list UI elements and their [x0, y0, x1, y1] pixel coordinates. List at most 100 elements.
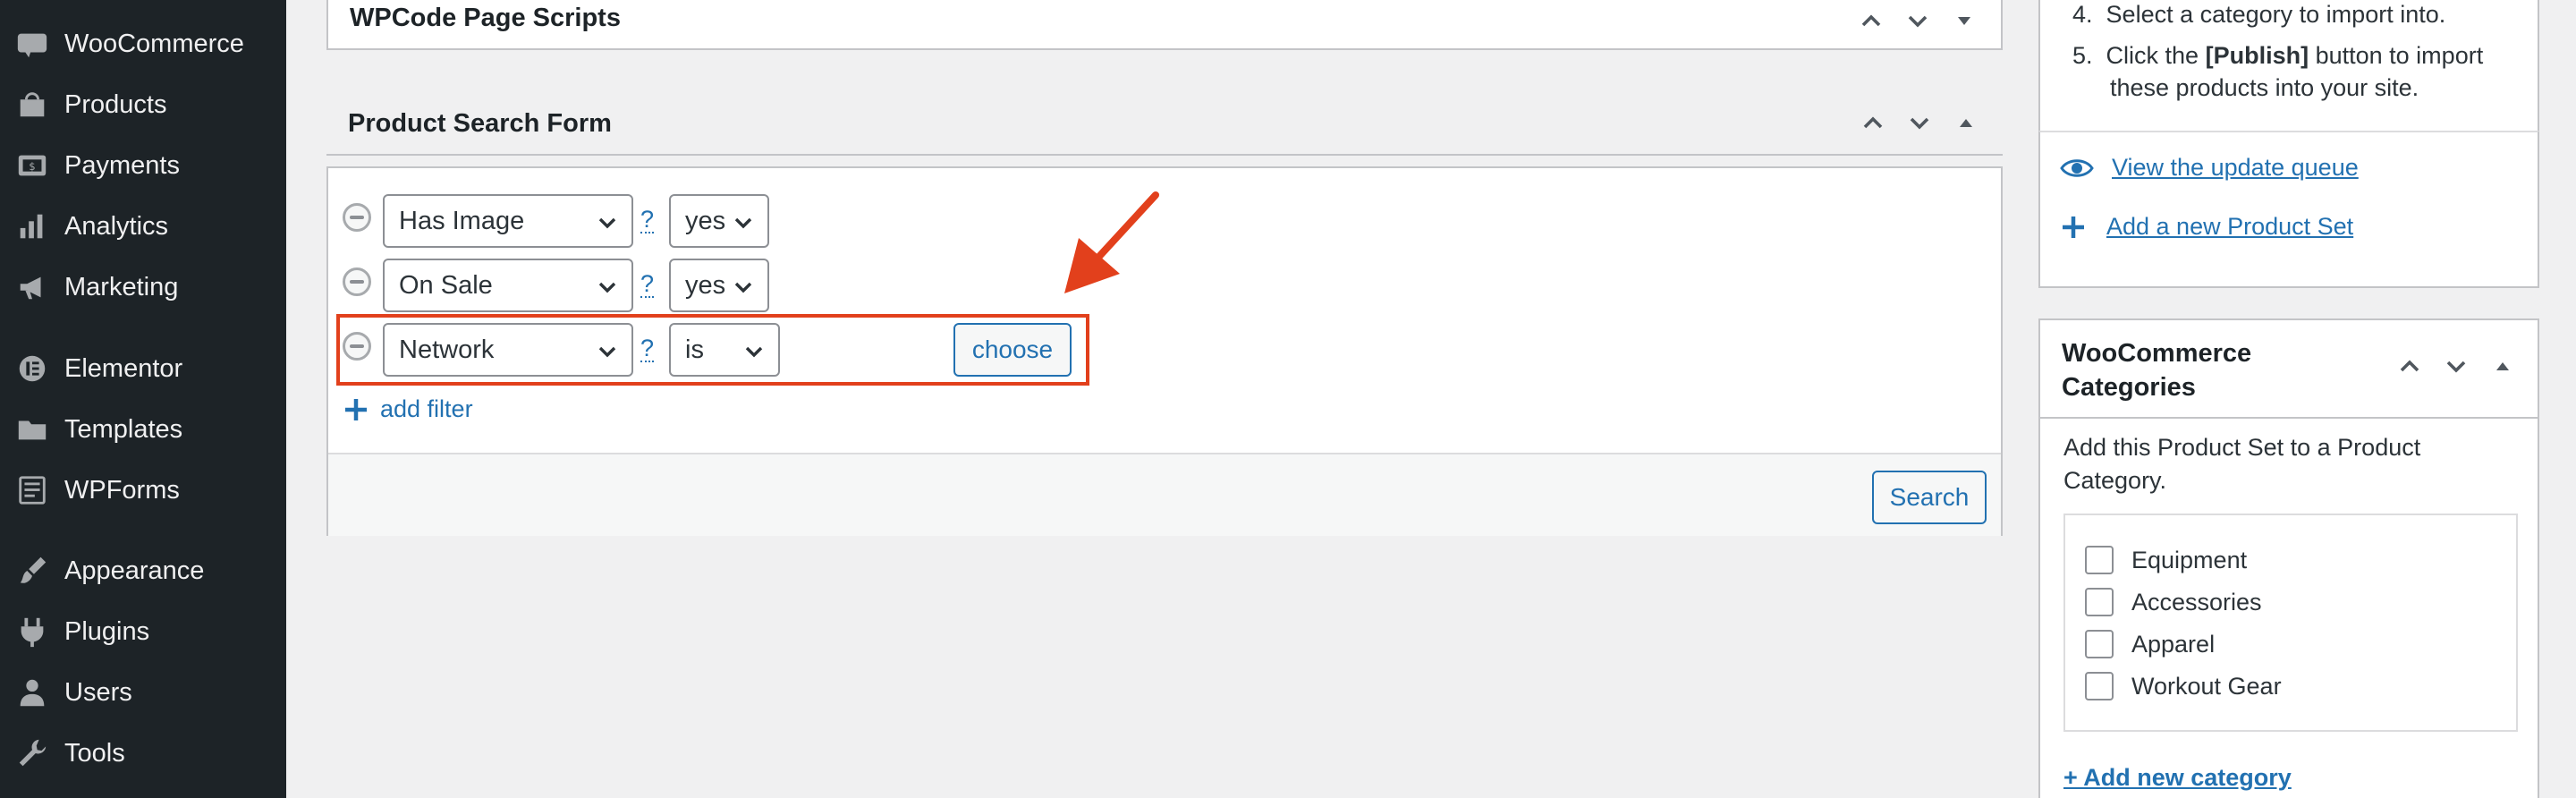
chevron-down-icon [596, 211, 619, 234]
products-icon [0, 79, 64, 131]
category-item[interactable]: Apparel [2085, 630, 2215, 658]
sidebar-item-elementor[interactable]: Elementor [0, 343, 286, 395]
filter-operator-value: yes [685, 206, 726, 235]
remove-filter-button[interactable] [343, 267, 371, 296]
instruction-step-4: 4. Select a category to import into. [2072, 1, 2446, 28]
highlight-box [336, 314, 1089, 386]
move-up-icon[interactable] [2394, 351, 2425, 381]
chevron-down-icon [732, 211, 755, 234]
templates-icon [0, 403, 64, 455]
sidebar-item-plugins[interactable]: Plugins [0, 606, 286, 658]
sidebar-item-label: Products [64, 89, 167, 119]
sidebar-item-label: WPForms [64, 475, 180, 505]
add-filter-label: add filter [380, 395, 473, 422]
sidebar-item-label: WooCommerce [64, 29, 244, 58]
category-label: Equipment [2131, 546, 2248, 573]
categories-header: WooCommerce Categories [2040, 320, 2538, 419]
users-icon [0, 666, 64, 718]
sidebar-item-wpforms[interactable]: WPForms [0, 464, 286, 516]
add-product-set-link[interactable]: Add a new Product Set [2060, 213, 2353, 241]
sidebar-item-label: Marketing [64, 272, 179, 301]
box-title: WPCode Page Scripts [350, 4, 621, 32]
sidebar-item-label: Users [64, 677, 132, 707]
move-up-icon[interactable] [1858, 107, 1888, 138]
marketing-icon [0, 261, 64, 313]
sidebar-item-marketing[interactable]: Marketing [0, 261, 286, 313]
filter-field-value: On Sale [399, 270, 493, 300]
instruction-step-5: 5. Click the [Publish] button to import [2072, 42, 2484, 69]
tools-icon [0, 727, 64, 779]
sidebar-item-label: Payments [64, 150, 180, 180]
sidebar-item-products[interactable]: Products [0, 79, 286, 131]
move-down-icon[interactable] [1904, 107, 1935, 138]
sidebar-item-tools[interactable]: Tools [0, 727, 286, 779]
category-checklist: Equipment Accessories Apparel Workout Ge… [2063, 514, 2518, 732]
category-checkbox[interactable] [2085, 672, 2114, 700]
toggle-panel-icon[interactable] [1951, 107, 1981, 138]
sidebar-item-users[interactable]: Users [0, 666, 286, 718]
sidebar-item-appearance[interactable]: Appearance [0, 545, 286, 597]
sidebar-item-label: Analytics [64, 211, 169, 241]
svg-text:$: $ [29, 160, 35, 173]
filter-field-value: Has Image [399, 206, 525, 235]
category-item[interactable]: Workout Gear [2085, 672, 2282, 700]
category-checkbox[interactable] [2085, 546, 2114, 574]
sidebar-item-label: Elementor [64, 353, 183, 383]
wpforms-icon [0, 464, 64, 516]
sidebar-item-label: Plugins [64, 616, 150, 646]
plugins-icon [0, 606, 64, 658]
instructions-panel: 4. Select a category to import into. 5. … [2038, 0, 2539, 131]
product-search-form-box: Has Image ? yes On Sale ? yes Network ? … [326, 166, 2003, 536]
category-checkbox[interactable] [2085, 630, 2114, 658]
plus-icon [343, 396, 369, 423]
categories-description: Add this Product Set to a Product Catego… [2063, 434, 2421, 494]
plus-icon [2060, 214, 2087, 241]
category-label: Workout Gear [2131, 672, 2282, 700]
toggle-panel-icon[interactable] [2487, 351, 2518, 381]
chevron-down-icon [732, 276, 755, 299]
move-down-icon[interactable] [1902, 5, 1933, 36]
category-item[interactable]: Equipment [2085, 546, 2247, 574]
payments-icon: $ [0, 140, 64, 191]
sidebar-item-payments[interactable]: $ Payments [0, 140, 286, 191]
sidebar-item-templates[interactable]: Templates [0, 403, 286, 455]
eye-icon [2060, 155, 2094, 182]
sidebar-item-analytics[interactable]: Analytics [0, 200, 286, 252]
woocommerce-categories-box: WooCommerce Categories Add this Product … [2038, 318, 2539, 798]
sidebar-item-label: Tools [64, 738, 125, 768]
view-queue-link[interactable]: View the update queue [2060, 154, 2359, 182]
category-label: Accessories [2131, 588, 2262, 615]
wpcode-page-scripts-box: WPCode Page Scripts [326, 0, 2003, 50]
filter-field-select[interactable]: On Sale [383, 259, 633, 312]
add-new-category-link[interactable]: + Add new category [2063, 764, 2292, 792]
chevron-down-icon [596, 276, 619, 299]
sidebar-item-label: Appearance [64, 556, 205, 585]
filter-field-select[interactable]: Has Image [383, 194, 633, 248]
box-handle-actions [1858, 107, 1981, 138]
add-filter-link[interactable]: add filter [343, 395, 473, 423]
category-item[interactable]: Accessories [2085, 588, 2262, 616]
box-title: Product Search Form [348, 109, 612, 138]
elementor-icon [0, 343, 64, 395]
search-button[interactable]: Search [1872, 471, 1987, 524]
sidebar-item-woocommerce[interactable]: WooCommerce [0, 18, 286, 70]
admin-sidebar: WooCommerce Products $ Payments Analytic… [0, 0, 286, 798]
filter-help-link[interactable]: ? [640, 271, 655, 298]
filter-operator-value: yes [685, 270, 726, 300]
move-up-icon[interactable] [1856, 5, 1886, 36]
toggle-panel-icon[interactable] [1949, 5, 1979, 36]
move-down-icon[interactable] [2441, 351, 2471, 381]
annotation-arrow [1064, 191, 1159, 293]
analytics-icon [0, 200, 64, 252]
search-form-footer: Search [328, 453, 2001, 536]
filter-operator-select[interactable]: yes [669, 259, 769, 312]
category-checkbox[interactable] [2085, 588, 2114, 616]
box-handle-actions [1856, 5, 1979, 36]
filter-operator-select[interactable]: yes [669, 194, 769, 248]
actions-panel: View the update queue Add a new Product … [2038, 131, 2539, 288]
remove-filter-button[interactable] [343, 203, 371, 232]
instruction-step-5-line2: these products into your site. [2110, 74, 2419, 101]
filter-help-link[interactable]: ? [640, 207, 655, 233]
woocommerce-icon [0, 18, 64, 70]
category-label: Apparel [2131, 630, 2216, 658]
